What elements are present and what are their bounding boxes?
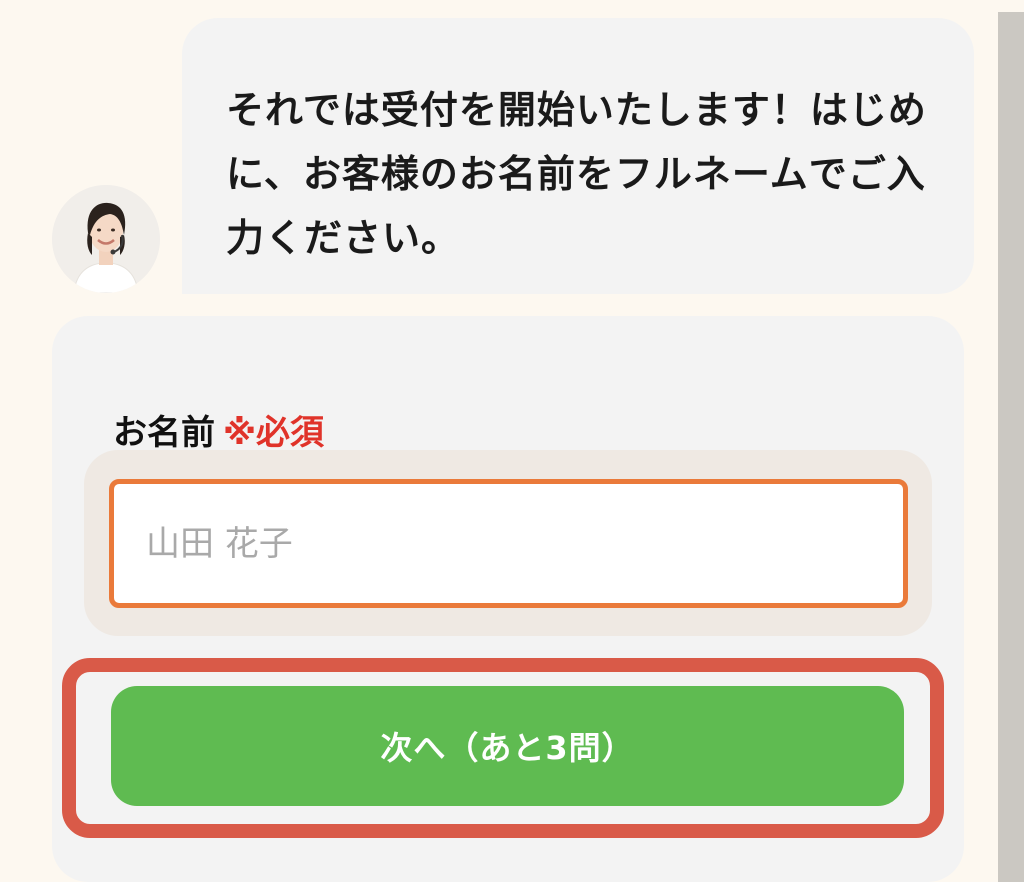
operator-avatar	[52, 185, 160, 293]
next-button[interactable]: 次へ（あと3問）	[111, 686, 904, 806]
chat-message: それでは受付を開始いたします！はじめに、お客様のお名前をフルネームでご入力くださ…	[226, 88, 927, 260]
chat-bubble: それでは受付を開始いたします！はじめに、お客様のお名前をフルネームでご入力くださ…	[182, 18, 974, 294]
name-input[interactable]	[109, 479, 908, 608]
name-field-label: お名前 ※必須	[113, 405, 324, 454]
operator-avatar-icon	[52, 185, 160, 293]
required-badge: ※必須	[223, 413, 325, 453]
scrollbar[interactable]	[998, 12, 1024, 882]
name-label-text: お名前	[113, 413, 215, 453]
